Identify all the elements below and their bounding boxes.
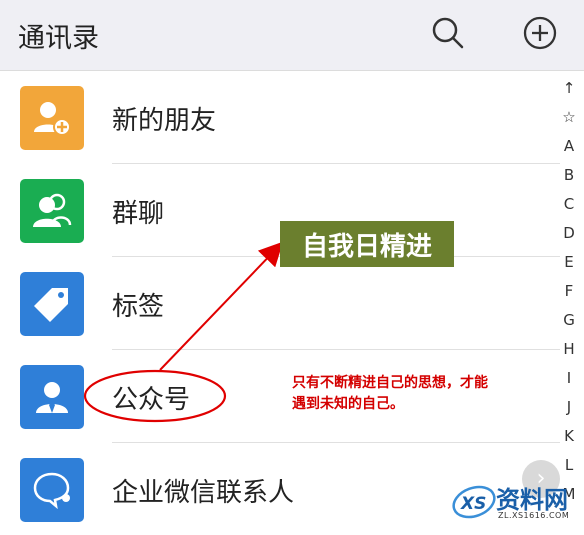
index-letter[interactable]: J xyxy=(556,393,582,422)
list-item-label: 公众号 xyxy=(112,385,191,415)
tile-tags xyxy=(20,272,84,336)
index-letter[interactable]: I xyxy=(556,364,582,393)
annotation-note-line: 遇到未知的自己。 xyxy=(292,396,404,412)
index-letter[interactable]: H xyxy=(556,335,582,364)
index-letter[interactable]: B xyxy=(556,161,582,190)
watermark: XS 资料网 ZL.XS1616.COM xyxy=(450,478,580,530)
add-friend-icon xyxy=(34,102,71,136)
tile-enterprise-contacts xyxy=(20,458,84,522)
tile-official-accounts xyxy=(20,365,84,429)
index-letter[interactable]: G xyxy=(556,306,582,335)
annotation-note-line: 只有不断精进自己的思想，才能 xyxy=(292,375,488,391)
add-button[interactable] xyxy=(523,16,557,50)
list-item-new-friends[interactable]: 新的朋友 xyxy=(0,71,560,163)
list-item-label: 企业微信联系人 xyxy=(112,478,295,508)
add-circle-icon xyxy=(523,16,557,50)
annotation-note: 只有不断精进自己的思想，才能 遇到未知的自己。 xyxy=(292,373,542,415)
official-account-icon xyxy=(36,382,68,413)
group-chat-icon xyxy=(33,193,72,227)
list-item-label: 标签 xyxy=(112,292,165,322)
index-letter[interactable]: F xyxy=(556,277,582,306)
watermark-logo-icon: XS xyxy=(452,485,496,519)
search-button[interactable] xyxy=(431,16,465,50)
svg-text:XS: XS xyxy=(460,494,486,514)
top-bar: 通讯录 xyxy=(0,0,584,71)
tile-group-chats xyxy=(20,179,84,243)
list-item-label: 新的朋友 xyxy=(112,106,217,136)
index-letter[interactable]: ☆ xyxy=(556,103,582,132)
page-title: 通讯录 xyxy=(18,23,99,54)
annotation-box: 自我日精进 xyxy=(280,221,454,267)
index-letter[interactable]: C xyxy=(556,190,582,219)
alphabet-index[interactable]: ↑ ☆ A B C D E F G H I J K L M xyxy=(556,74,582,509)
index-letter[interactable]: L xyxy=(556,451,582,480)
tile-new-friends xyxy=(20,86,84,150)
watermark-text: 资料网 xyxy=(496,486,568,514)
enterprise-contact-icon xyxy=(33,472,70,510)
search-icon xyxy=(432,17,464,49)
index-letter[interactable]: ↑ xyxy=(556,74,582,103)
index-letter[interactable]: K xyxy=(556,422,582,451)
list-item-tags[interactable]: 标签 xyxy=(0,257,560,349)
watermark-url: ZL.XS1616.COM xyxy=(498,511,570,520)
tag-icon xyxy=(34,288,68,322)
index-letter[interactable]: E xyxy=(556,248,582,277)
index-letter[interactable]: A xyxy=(556,132,582,161)
list-item-label: 群聊 xyxy=(112,199,165,229)
index-letter[interactable]: D xyxy=(556,219,582,248)
